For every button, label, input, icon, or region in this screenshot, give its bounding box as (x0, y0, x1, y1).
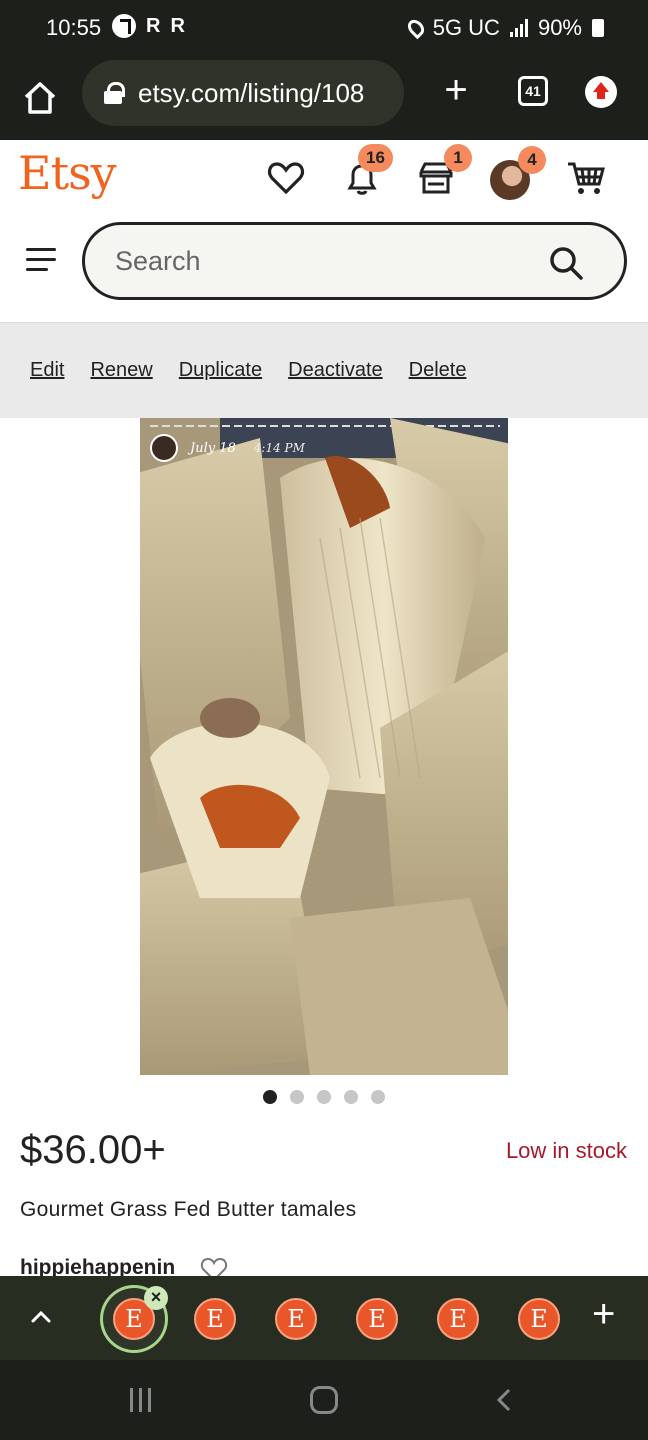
close-tab-icon[interactable]: × (144, 1286, 168, 1310)
system-nav-bar (0, 1360, 648, 1440)
tiktok-icon (112, 14, 136, 38)
duplicate-link[interactable]: Duplicate (179, 359, 262, 382)
home-icon[interactable] (20, 78, 60, 118)
status-bar: 10:55 R R 5G UC 90% (0, 0, 648, 56)
tamales-image (140, 418, 508, 1075)
carousel-dot[interactable] (317, 1090, 331, 1104)
network-label: 5G UC (432, 15, 500, 40)
notification-icons: R R (112, 14, 185, 38)
status-right: 5G UC 90% (404, 15, 604, 41)
battery-label: 90% (537, 15, 582, 40)
carousel-dot[interactable] (344, 1090, 358, 1104)
update-arrow-icon[interactable] (585, 76, 617, 108)
stock-status: Low in stock (505, 1138, 627, 1163)
url-bar[interactable]: etsy.com/listing/108 (82, 60, 404, 126)
renew-link[interactable]: Renew (90, 359, 152, 382)
carousel-dot[interactable] (263, 1090, 277, 1104)
notifications-bell-button[interactable]: 16 (342, 144, 393, 198)
signal-icon (509, 19, 528, 37)
edit-link[interactable]: Edit (30, 359, 64, 382)
listing-price: $36.00+ (20, 1128, 166, 1172)
screen: 10:55 R R 5G UC 90% etsy.com/listing/108… (0, 0, 648, 1440)
tab-switcher-button[interactable]: 41 (518, 76, 548, 106)
browser-tab-etsy[interactable]: E (518, 1298, 560, 1340)
account-badge: 4 (518, 146, 546, 174)
photo-overlay: July 18 4:14 PM (150, 434, 305, 462)
search-row (0, 220, 648, 322)
photo-time: 4:14 PM (253, 441, 305, 455)
back-icon[interactable] (496, 1388, 512, 1412)
new-tab-button[interactable]: + (436, 70, 476, 110)
location-icon (404, 16, 428, 40)
search-input[interactable] (115, 243, 535, 279)
status-time: 10:55 (46, 15, 102, 40)
cart-icon[interactable] (566, 158, 606, 198)
search-icon[interactable] (548, 245, 584, 281)
delete-link[interactable]: Delete (409, 359, 467, 382)
etsy-logo[interactable]: Etsy (18, 146, 117, 200)
chevron-up-icon[interactable] (28, 1304, 54, 1330)
shop-badge: 1 (444, 144, 472, 172)
browser-tab-etsy[interactable]: E (275, 1298, 317, 1340)
notif-letter-r-1: R (146, 14, 161, 37)
story-avatar (150, 434, 178, 462)
browser-toolbar: etsy.com/listing/108 + 41 (0, 56, 648, 140)
hamburger-menu-icon[interactable] (26, 248, 56, 272)
browser-tab-etsy[interactable]: E (356, 1298, 398, 1340)
deactivate-link[interactable]: Deactivate (288, 359, 383, 382)
listing-actions-bar: Edit Renew Duplicate Deactivate Delete (0, 322, 648, 418)
browser-tab-etsy[interactable]: E (437, 1298, 479, 1340)
battery-icon (592, 19, 604, 37)
notifications-badge: 16 (358, 144, 393, 172)
notif-letter-r-2: R (170, 14, 185, 37)
photo-date: July 18 (190, 440, 236, 456)
carousel-dot[interactable] (290, 1090, 304, 1104)
listing-photo[interactable]: July 18 4:14 PM (140, 418, 508, 1075)
home-nav-icon[interactable] (310, 1386, 338, 1414)
favorites-heart-icon[interactable] (266, 158, 306, 198)
recent-apps-icon[interactable] (130, 1388, 151, 1412)
browser-tab-etsy[interactable]: E (194, 1298, 236, 1340)
add-tab-button[interactable]: + (592, 1294, 615, 1334)
lock-icon (104, 82, 125, 104)
carousel-dots (263, 1090, 385, 1104)
listing-title: Gourmet Grass Fed Butter tamales (20, 1198, 357, 1221)
url-text: etsy.com/listing/108 (138, 77, 365, 108)
account-avatar[interactable]: 4 (490, 146, 546, 200)
shop-manager-button[interactable]: 1 (416, 144, 472, 198)
etsy-header: Etsy 16 1 4 (0, 140, 648, 220)
carousel-dot[interactable] (371, 1090, 385, 1104)
search-field[interactable] (82, 222, 627, 300)
browser-tab-strip: E × E E E E E + (0, 1276, 648, 1360)
